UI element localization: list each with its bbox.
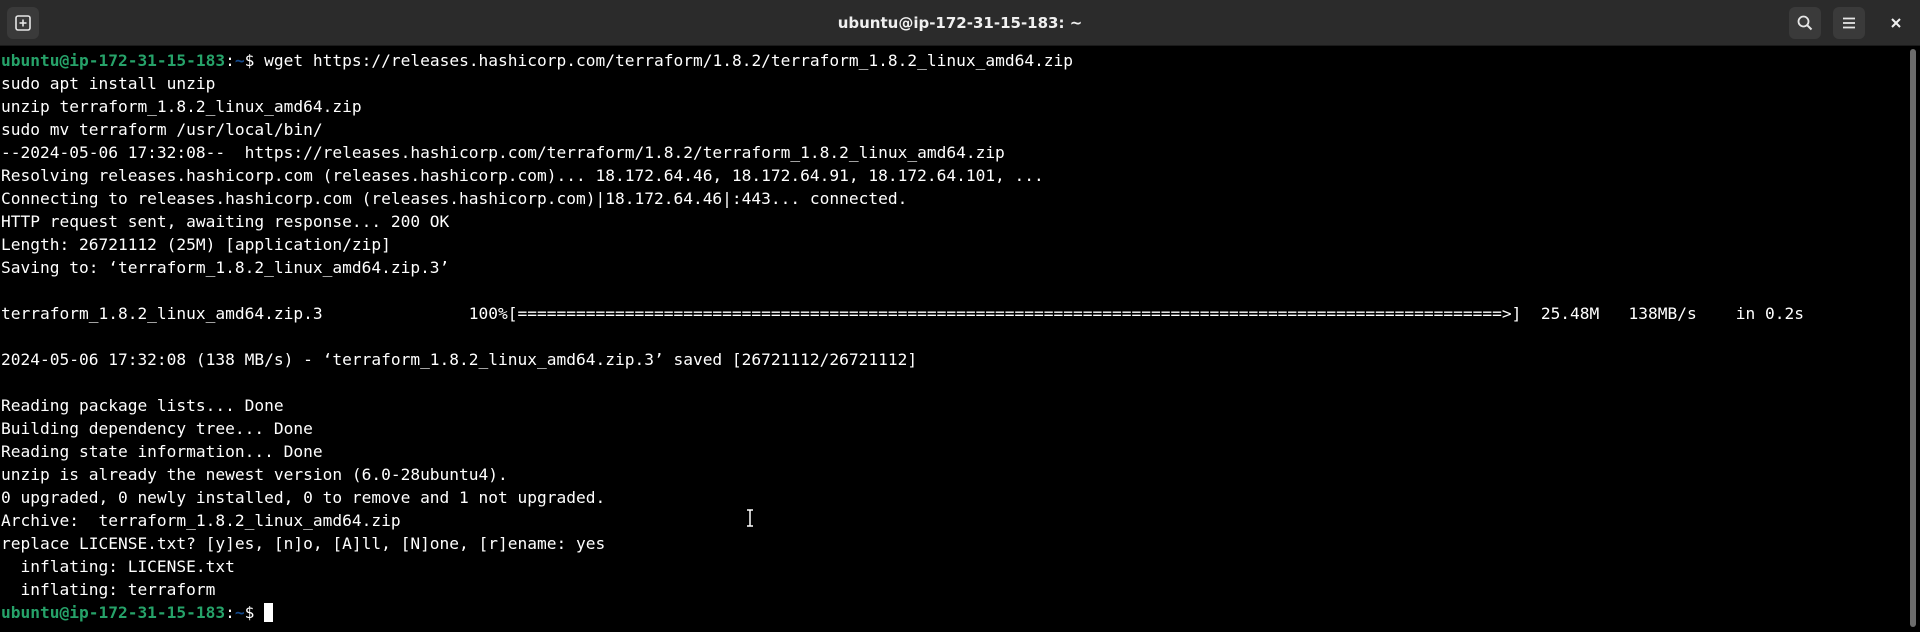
vertical-scrollbar[interactable] — [1906, 47, 1920, 632]
output-line: Connecting to releases.hashicorp.com (re… — [1, 189, 908, 208]
prompt-user: ubuntu@ip-172-31-15-183 — [1, 51, 226, 70]
prompt-path: ~ — [234, 51, 245, 70]
text-cursor — [264, 603, 274, 622]
output-line: inflating: LICENSE.txt — [1, 557, 235, 576]
output-line: unzip is already the newest version (6.0… — [1, 465, 508, 484]
output-line: terraform_1.8.2_linux_amd64.zip.3 100%[=… — [1, 304, 1804, 323]
output-line: Length: 26721112 (25M) [application/zip] — [1, 235, 391, 254]
output-line: --2024-05-06 17:32:08-- https://releases… — [1, 143, 1005, 162]
output-line: Saving to: ‘terraform_1.8.2_linux_amd64.… — [1, 258, 450, 277]
output-line: Reading package lists... Done — [1, 396, 284, 415]
new-tab-icon — [14, 14, 32, 32]
header-bar: ubuntu@ip-172-31-15-183: ~ — [0, 0, 1920, 46]
window-title: ubuntu@ip-172-31-15-183: ~ — [837, 14, 1083, 32]
output-line: 2024-05-06 17:32:08 (138 MB/s) - ‘terraf… — [1, 350, 918, 369]
prompt-user: ubuntu@ip-172-31-15-183 — [1, 603, 226, 622]
command-line: ubuntu@ip-172-31-15-183:~$ wget https://… — [1, 51, 1074, 70]
output-line: Resolving releases.hashicorp.com (releas… — [1, 166, 1044, 185]
close-icon — [1889, 16, 1903, 30]
output-line: inflating: terraform — [1, 580, 216, 599]
search-icon — [1796, 14, 1814, 32]
scrollbar-thumb[interactable] — [1910, 49, 1916, 627]
ibeam-cursor-icon — [747, 509, 753, 527]
terminal-output[interactable]: ubuntu@ip-172-31-15-183:~$ wget https://… — [0, 47, 1906, 632]
output-line: Building dependency tree... Done — [1, 419, 313, 438]
terminal-window: ubuntu@ip-172-31-15-183: ~ ubuntu@ip-172… — [0, 0, 1920, 632]
output-line: replace LICENSE.txt? [y]es, [n]o, [A]ll,… — [1, 534, 606, 553]
output-line: unzip terraform_1.8.2_linux_amd64.zip — [1, 97, 362, 116]
menu-button[interactable] — [1833, 7, 1865, 39]
output-line: sudo mv terraform /usr/local/bin/ — [1, 120, 323, 139]
new-tab-button[interactable] — [7, 7, 39, 39]
output-line: sudo apt install unzip — [1, 74, 216, 93]
hamburger-menu-icon — [1840, 14, 1858, 32]
search-button[interactable] — [1789, 7, 1821, 39]
prompt-symbol: $ — [244, 603, 265, 622]
output-line: HTTP request sent, awaiting response... … — [1, 212, 450, 231]
current-prompt-line[interactable]: ubuntu@ip-172-31-15-183:~$ — [1, 601, 274, 624]
close-button[interactable] — [1880, 7, 1912, 39]
output-line: Reading state information... Done — [1, 442, 323, 461]
first-command: wget https://releases.hashicorp.com/terr… — [264, 51, 1074, 70]
prompt-path: ~ — [234, 603, 245, 622]
output-line: Archive: terraform_1.8.2_linux_amd64.zip — [1, 511, 401, 530]
output-line: 0 upgraded, 0 newly installed, 0 to remo… — [1, 488, 606, 507]
